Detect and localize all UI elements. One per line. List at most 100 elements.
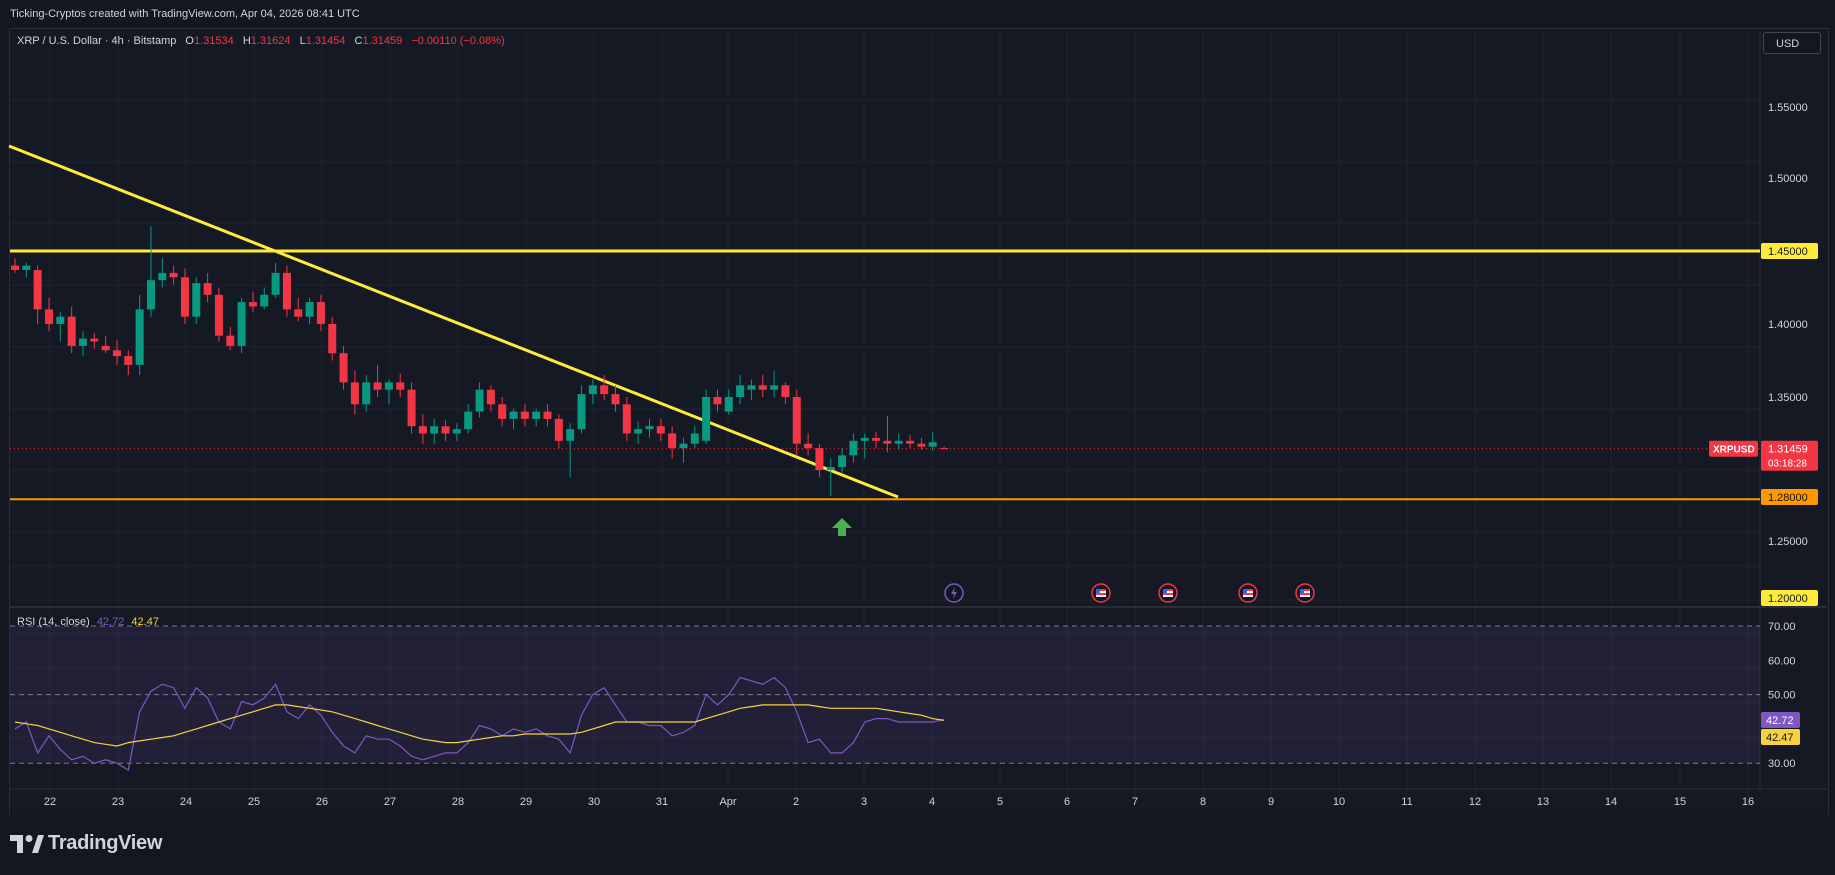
- candle-body: [294, 309, 303, 317]
- candle-body: [339, 353, 348, 383]
- candle-body: [441, 426, 450, 434]
- time-tick-label: 12: [1469, 796, 1481, 808]
- candle-body: [146, 280, 155, 310]
- candle-body: [56, 316, 65, 324]
- candle-body: [713, 397, 722, 405]
- candle-body: [679, 443, 688, 449]
- time-tick-label: 15: [1674, 796, 1686, 808]
- candle-body: [849, 440, 858, 456]
- candle-body: [260, 294, 269, 307]
- candle-body: [940, 448, 949, 450]
- time-tick-label: 8: [1200, 796, 1206, 808]
- candle-body: [22, 265, 31, 270]
- candle-body: [815, 448, 824, 470]
- low-value: 1.31454: [305, 35, 346, 47]
- candle-body: [566, 429, 575, 441]
- candle-body: [112, 350, 121, 357]
- candle-body: [464, 411, 473, 430]
- candle-body: [600, 385, 609, 395]
- time-tick-label: 16: [1742, 796, 1754, 808]
- tradingview-wordmark: TradingView: [48, 832, 163, 854]
- time-tick-label: 31: [656, 796, 668, 808]
- candle-body: [554, 418, 563, 441]
- candle-body: [486, 389, 495, 405]
- candle-body: [883, 440, 892, 444]
- candle-body: [396, 382, 405, 390]
- us-flag-event-icon[interactable]: [1158, 583, 1178, 603]
- candle-body: [872, 437, 881, 441]
- candle-body: [588, 385, 597, 395]
- candle-body: [611, 394, 620, 405]
- candle-body: [203, 283, 212, 295]
- flag-canton: [1243, 589, 1247, 593]
- rsi-legend[interactable]: RSI (14, close) 42.72 42.47: [17, 616, 159, 628]
- tradingview-logo[interactable]: TradingView: [10, 832, 162, 855]
- lightning-event-icon[interactable]: [944, 583, 964, 603]
- flag-stripe: [1096, 593, 1106, 595]
- price-level-label: 1.28000: [1768, 492, 1808, 504]
- candle-body: [362, 382, 371, 405]
- candle-body: [90, 338, 99, 342]
- tradingview-icon: [10, 834, 44, 853]
- price-level-label: 1.45000: [1768, 246, 1808, 258]
- candle-body: [350, 382, 359, 405]
- flag-stripe: [1163, 593, 1173, 595]
- symbol-legend[interactable]: XRP / U.S. Dollar · 4h · Bitstamp O1.315…: [17, 35, 505, 47]
- flag-canton: [1163, 589, 1167, 593]
- time-tick-label: 9: [1268, 796, 1274, 808]
- rsi-tick-label: 30.00: [1768, 758, 1796, 770]
- time-tick-label: 22: [44, 796, 56, 808]
- candle-body: [11, 265, 19, 270]
- us-flag-event-icon[interactable]: [1091, 583, 1111, 603]
- high-value: 1.31624: [250, 35, 291, 47]
- currency-button[interactable]: USD: [1763, 32, 1821, 54]
- candle-body: [67, 316, 76, 346]
- time-tick-label: 23: [112, 796, 124, 808]
- candle-body: [860, 437, 869, 441]
- time-tick-label: 28: [452, 796, 464, 808]
- candle-body: [282, 272, 291, 310]
- candle-body: [498, 404, 507, 419]
- candle-body: [169, 272, 178, 278]
- open-label: O: [185, 35, 194, 47]
- up-arrow-icon: [832, 518, 852, 536]
- us-flag-event-icon[interactable]: [1295, 583, 1315, 603]
- current-price-label: 1.31459: [1768, 444, 1808, 456]
- symbol-title[interactable]: XRP / U.S. Dollar · 4h · Bitstamp: [17, 35, 176, 47]
- candle-body: [770, 385, 779, 390]
- time-tick-label: 7: [1132, 796, 1138, 808]
- candle-body: [33, 269, 42, 310]
- us-flag-event-icon[interactable]: [1238, 583, 1258, 603]
- time-tick-label: 25: [248, 796, 260, 808]
- candle-body: [44, 309, 53, 324]
- rsi-name[interactable]: RSI (14, close): [17, 616, 90, 628]
- candle-body: [792, 397, 801, 444]
- candle-body: [622, 404, 631, 434]
- candle-body: [690, 433, 699, 444]
- price-level-label: 1.20000: [1768, 593, 1808, 605]
- flag-canton: [1096, 589, 1100, 593]
- time-tick-label: 10: [1333, 796, 1345, 808]
- time-tick-label: 27: [384, 796, 396, 808]
- candle-body: [781, 385, 790, 397]
- price-tick-label: 1.50000: [1768, 173, 1808, 185]
- rsi-tick-label: 70.00: [1768, 621, 1796, 633]
- candle-body: [838, 455, 847, 468]
- symbol-tag-label: XRPUSD: [1713, 445, 1755, 456]
- candle-body: [668, 433, 677, 449]
- rsi-tick-label: 50.00: [1768, 690, 1796, 702]
- candle-body: [532, 411, 541, 419]
- chart-canvas[interactable]: 1.55000 1.50000 1.40000 1.35000 1.25000 1.450…: [0, 0, 1835, 815]
- time-tick-label: Apr: [719, 796, 736, 808]
- candle-body: [826, 467, 835, 470]
- candle-body: [430, 426, 439, 434]
- candle-body: [214, 294, 223, 336]
- close-label: C: [354, 35, 363, 47]
- time-tick-label: 14: [1605, 796, 1617, 808]
- candle-body: [577, 394, 586, 430]
- candle-body: [656, 426, 665, 434]
- candle-body: [917, 443, 926, 447]
- time-tick-label: 11: [1401, 796, 1412, 808]
- flag-canton: [1300, 589, 1304, 593]
- price-tick-label: 1.40000: [1768, 319, 1808, 331]
